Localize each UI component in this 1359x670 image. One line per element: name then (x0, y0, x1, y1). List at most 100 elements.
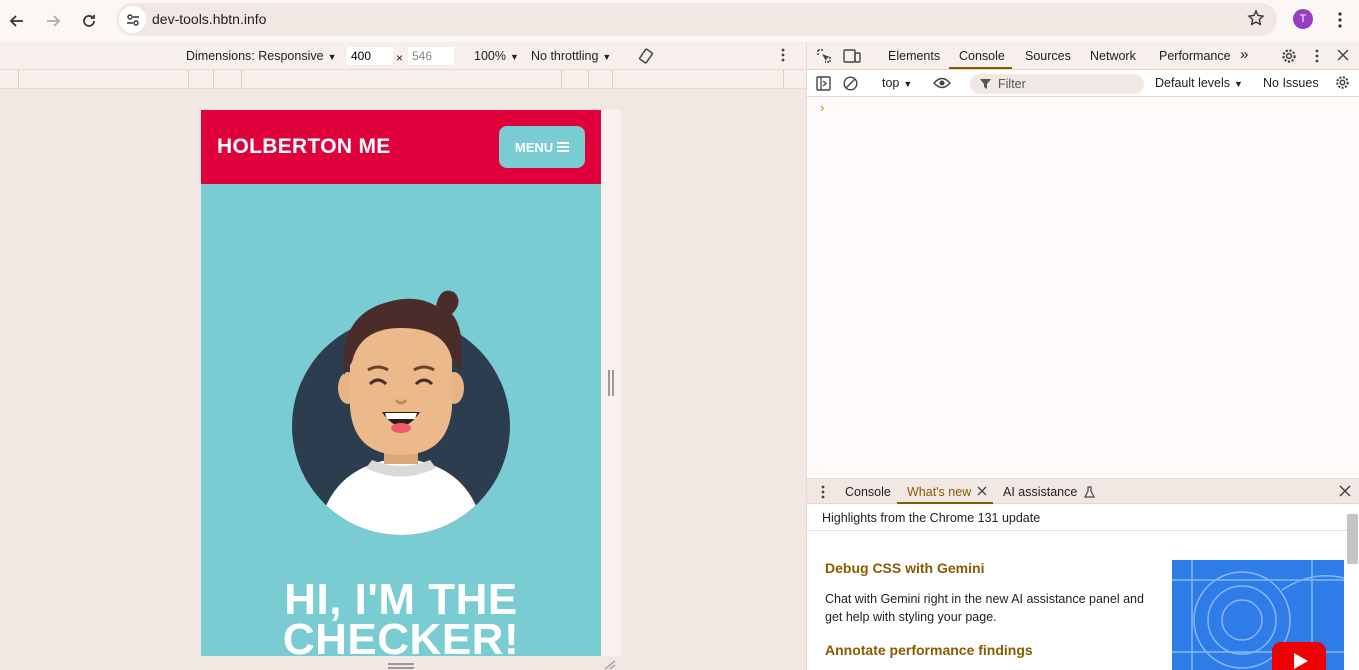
media-query-ruler[interactable] (0, 70, 806, 89)
browser-menu-button[interactable] (1330, 8, 1350, 32)
youtube-play-icon[interactable] (1272, 642, 1326, 670)
profile-avatar[interactable]: T (1293, 9, 1313, 29)
drawer-scrollbar[interactable] (1347, 514, 1358, 564)
feature-title-debug-css[interactable]: Debug CSS with Gemini (825, 560, 984, 576)
devtools-tabbar: Elements Console Sources Network Perform… (807, 42, 1359, 70)
tab-sources[interactable]: Sources (1025, 49, 1071, 63)
drawer-tabbar: Console What's new AI assistance (807, 478, 1359, 504)
close-icon (1339, 485, 1351, 497)
block-icon (843, 76, 858, 91)
tab-performance[interactable]: Performance (1159, 49, 1231, 63)
devtools-more-button[interactable] (1315, 49, 1319, 63)
emulated-page: HOLBERTON ME MENU HI, I'M THE CHECKER! (201, 110, 601, 656)
menu-label: MENU (514, 139, 554, 155)
site-logo[interactable]: HOLBERTON ME (217, 135, 391, 159)
settings-button[interactable] (1281, 48, 1297, 64)
drawer-tab-whats-new[interactable]: What's new (907, 485, 971, 499)
emulated-viewport-area: HOLBERTON ME MENU HI, I'M THE CHECKER! (0, 90, 806, 670)
feature-title-annotate-performance[interactable]: Annotate performance findings (825, 642, 1033, 658)
sidebar-toggle-button[interactable] (816, 76, 831, 91)
inspect-icon (817, 49, 831, 63)
drawer-tab-ai-assistance[interactable]: AI assistance (1003, 485, 1095, 499)
throttling-dropdown[interactable]: No throttling ▼ (531, 49, 611, 63)
whats-new-panel: Highlights from the Chrome 131 update De… (807, 504, 1359, 670)
height-input[interactable] (408, 47, 454, 65)
flask-icon (1083, 486, 1095, 498)
console-filter-input[interactable]: Filter (970, 74, 1144, 94)
filter-icon (980, 79, 991, 89)
active-tab-indicator (949, 67, 1012, 69)
zoom-label: 100% (474, 49, 506, 63)
resize-corner-icon[interactable] (604, 660, 616, 670)
sidebar-icon (816, 76, 831, 91)
feature-text-debug-css: Chat with Gemini right in the new AI ass… (825, 592, 1144, 624)
caret-down-icon: ▼ (1234, 79, 1243, 89)
close-devtools-button[interactable] (1337, 49, 1349, 61)
close-icon (977, 486, 987, 496)
more-vert-icon (1315, 49, 1319, 63)
address-bar[interactable]: dev-tools.hbtn.info (116, 3, 1277, 36)
clear-console-button[interactable] (843, 76, 858, 91)
log-levels-label: Default levels (1155, 76, 1231, 90)
feature-video-thumbnail[interactable] (1172, 560, 1344, 670)
context-label: top (882, 76, 900, 90)
menu-button[interactable]: MENU (499, 126, 585, 168)
eye-icon (933, 77, 951, 89)
ruler-tick (213, 70, 214, 89)
hero-title-line2: CHECKER! (282, 615, 520, 657)
site-header: HOLBERTON ME MENU (201, 110, 601, 184)
more-tabs-chevron-icon[interactable]: » (1240, 46, 1248, 63)
console-settings-button[interactable] (1335, 75, 1350, 90)
forward-button[interactable] (39, 7, 67, 35)
tab-console[interactable]: Console (959, 49, 1005, 63)
throttling-label: No throttling (531, 49, 599, 63)
device-toggle-button[interactable] (843, 48, 861, 64)
filter-placeholder: Filter (998, 77, 1026, 91)
resize-handle-bottom[interactable] (388, 663, 414, 669)
devtools-panel: Elements Console Sources Network Perform… (806, 42, 1359, 670)
hamburger-icon (557, 142, 570, 152)
close-drawer-button[interactable] (1339, 485, 1351, 497)
live-expression-button[interactable] (933, 76, 951, 90)
width-input[interactable] (347, 47, 393, 65)
hero-title-line1: HI, I'M THE (284, 575, 518, 624)
caret-down-icon: ▼ (327, 52, 337, 62)
drawer-more-button[interactable] (821, 485, 825, 499)
times-icon: × (396, 51, 404, 65)
ruler-tick (612, 70, 613, 89)
more-vert-icon (1338, 12, 1342, 28)
ruler-tick (588, 70, 589, 89)
issues-counter[interactable]: No Issues (1263, 76, 1319, 90)
resize-handle-right[interactable] (608, 370, 614, 396)
ai-assistance-label: AI assistance (1003, 485, 1078, 499)
close-whats-new-tab-button[interactable] (977, 486, 987, 496)
caret-down-icon: ▼ (509, 52, 519, 62)
url-text[interactable]: dev-tools.hbtn.info (152, 11, 266, 27)
tune-icon (126, 13, 139, 26)
ruler-tick (241, 70, 242, 89)
ruler-tick (783, 70, 784, 89)
site-info-button[interactable] (119, 6, 146, 33)
context-dropdown[interactable]: top ▼ (882, 76, 912, 90)
zoom-dropdown[interactable]: 100% ▼ (474, 49, 519, 63)
dimensions-dropdown[interactable]: Dimensions: Responsive ▼ (186, 49, 336, 63)
whats-new-heading: Highlights from the Chrome 131 update (822, 511, 1041, 525)
rotate-button[interactable] (637, 47, 655, 65)
back-button[interactable] (3, 7, 31, 35)
device-toolbar-more-button[interactable] (781, 48, 785, 62)
reload-button[interactable] (75, 7, 103, 35)
arrow-right-icon (47, 15, 61, 27)
divider (807, 530, 1347, 531)
inspect-element-button[interactable] (816, 48, 832, 64)
reload-icon (83, 15, 95, 27)
caret-down-icon: ▼ (903, 79, 913, 89)
gear-icon (1282, 49, 1296, 63)
tab-elements[interactable]: Elements (888, 49, 940, 63)
console-output[interactable]: › (807, 97, 1359, 477)
drawer-tab-console[interactable]: Console (845, 485, 891, 499)
log-levels-dropdown[interactable]: Default levels ▼ (1155, 76, 1243, 90)
gear-icon (1336, 76, 1349, 89)
bookmark-star-icon[interactable] (1247, 9, 1265, 27)
ruler-tick (188, 70, 189, 89)
tab-network[interactable]: Network (1090, 49, 1136, 63)
